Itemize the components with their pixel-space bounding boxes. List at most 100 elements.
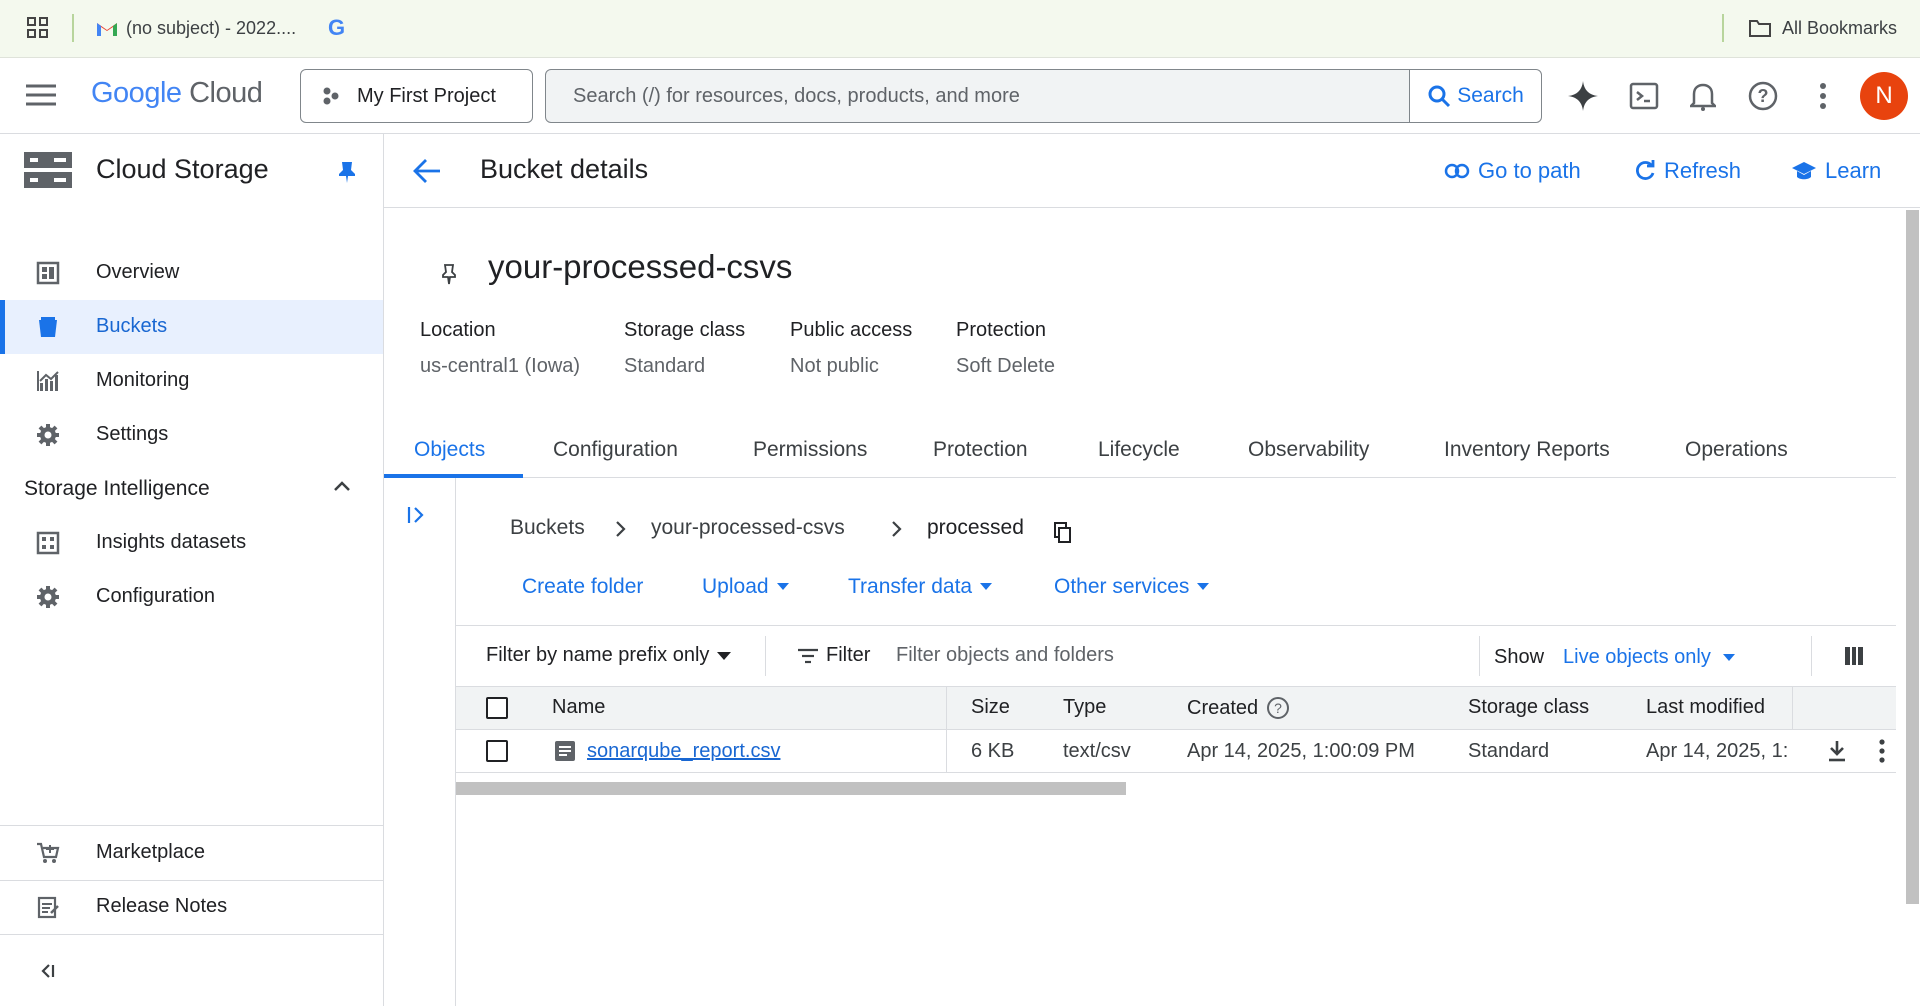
column-divider [946, 730, 947, 773]
sidebar-item-label: Insights datasets [96, 531, 247, 553]
show-objects-dropdown[interactable]: Live objects only [1563, 646, 1735, 669]
tab-inventory-reports[interactable]: Inventory Reports [1444, 438, 1610, 462]
transfer-data-dropdown-button[interactable]: Transfer data [848, 575, 993, 599]
prefix-filter-dropdown[interactable]: Filter by name prefix only [486, 644, 732, 667]
help-icon[interactable]: ? [1744, 77, 1782, 115]
tab-permissions[interactable]: Permissions [753, 438, 867, 462]
sidebar-item-configuration[interactable]: Configuration [0, 570, 383, 624]
tab-configuration[interactable]: Configuration [553, 438, 678, 462]
tab-observability[interactable]: Observability [1248, 438, 1369, 462]
back-arrow-icon[interactable] [413, 158, 441, 184]
main-menu-icon[interactable] [26, 84, 56, 106]
filter-divider [765, 636, 766, 676]
breadcrumb-bucket[interactable]: your-processed-csvs [651, 516, 845, 540]
column-header-last-modified[interactable]: Last modified [1646, 696, 1765, 719]
gear-icon [36, 585, 60, 609]
meta-protection-value: Soft Delete [956, 355, 1055, 377]
cloud-shell-icon[interactable] [1625, 77, 1663, 115]
sidebar-item-buckets[interactable]: Buckets [0, 300, 383, 354]
bucket-name: your-processed-csvs [488, 248, 793, 285]
refresh-button[interactable]: Refresh [1634, 158, 1741, 184]
sidebar-item-monitoring[interactable]: Monitoring [0, 354, 383, 408]
other-services-dropdown-button[interactable]: Other services [1054, 575, 1210, 599]
logo-google-text: Google [91, 77, 182, 109]
gear-icon [36, 423, 60, 447]
sidebar-item-release-notes[interactable]: Release Notes [0, 880, 383, 934]
create-folder-button[interactable]: Create folder [522, 575, 643, 599]
breadcrumb-current-folder: processed [927, 516, 1024, 539]
sidebar-item-settings[interactable]: Settings [0, 408, 383, 462]
notifications-bell-icon[interactable] [1684, 77, 1722, 115]
filter-divider [1479, 636, 1480, 676]
object-name-link[interactable]: sonarqube_report.csv [587, 740, 780, 763]
apps-grid-icon[interactable] [27, 17, 49, 39]
gemini-sparkle-icon[interactable] [1564, 77, 1602, 115]
column-divider[interactable] [946, 687, 947, 730]
active-tab-indicator [384, 474, 523, 478]
filter-button[interactable]: Filter [798, 644, 870, 667]
object-last-modified: Apr 14, 2025, 1: [1646, 740, 1789, 762]
help-icon[interactable]: ? [1266, 696, 1290, 720]
search-bar[interactable]: Search (/) for resources, docs, products… [545, 69, 1542, 123]
notes-icon [36, 895, 60, 919]
caret-down-icon [1197, 583, 1210, 591]
vertical-scrollbar[interactable] [1906, 210, 1919, 904]
account-avatar[interactable]: N [1860, 72, 1908, 120]
meta-storage-class-value: Standard [624, 355, 706, 377]
table-row: sonarqube_report.csv 6 KB text/csv Apr 1… [456, 730, 1896, 773]
sidebar-item-label: Monitoring [96, 369, 190, 391]
column-display-icon[interactable] [1844, 646, 1864, 666]
row-checkbox[interactable] [486, 740, 508, 762]
dataset-icon [36, 531, 60, 555]
tab-operations[interactable]: Operations [1685, 438, 1788, 462]
copy-path-icon[interactable] [1054, 522, 1072, 544]
select-all-checkbox[interactable] [486, 697, 508, 719]
filter-divider [1811, 636, 1812, 676]
download-icon[interactable] [1827, 740, 1847, 762]
sidebar-item-marketplace[interactable]: Marketplace [0, 826, 383, 880]
pin-bucket-icon[interactable] [440, 263, 458, 285]
section-title: Storage Intelligence [24, 477, 210, 500]
search-button[interactable]: Search [1409, 70, 1541, 122]
prefix-filter-label: Filter by name prefix only [486, 644, 710, 666]
storage-intelligence-section-header[interactable]: Storage Intelligence [0, 462, 383, 516]
column-header-name[interactable]: Name [552, 696, 605, 719]
meta-storage-class-label: Storage class [624, 319, 746, 341]
google-bookmark[interactable]: G [328, 0, 345, 56]
column-header-storage-class[interactable]: Storage class [1468, 696, 1589, 719]
tab-lifecycle[interactable]: Lifecycle [1098, 438, 1180, 462]
horizontal-scrollbar[interactable] [456, 782, 1126, 795]
pin-icon[interactable] [336, 160, 358, 184]
google-cloud-logo[interactable]: Google Cloud [91, 77, 263, 110]
sidebar-item-insights-datasets[interactable]: Insights datasets [0, 516, 383, 570]
sidebar-header: Cloud Storage [0, 134, 383, 208]
tab-protection[interactable]: Protection [933, 438, 1028, 462]
gmail-bookmark[interactable]: (no subject) - 2022.... [96, 0, 296, 56]
meta-public-access-label: Public access [790, 319, 913, 341]
sidebar-item-overview[interactable]: Overview [0, 246, 383, 300]
bookmark-separator [1722, 14, 1724, 42]
meta-public-access-value: Not public [790, 355, 879, 377]
all-bookmarks[interactable]: All Bookmarks [1748, 0, 1897, 56]
search-button-label: Search [1457, 84, 1524, 107]
filter-input[interactable]: Filter objects and folders [896, 644, 1114, 667]
sidebar-item-label: Settings [96, 423, 169, 445]
column-header-type[interactable]: Type [1063, 696, 1106, 719]
more-vert-icon[interactable] [1804, 77, 1842, 115]
project-picker-button[interactable]: My First Project [300, 69, 533, 123]
collapse-sidebar-icon[interactable] [38, 962, 56, 980]
sidebar-item-label: Overview [96, 261, 180, 283]
expand-folder-browser-icon[interactable] [406, 505, 426, 525]
upload-dropdown-button[interactable]: Upload [702, 575, 789, 599]
tab-objects[interactable]: Objects [414, 438, 485, 462]
search-input[interactable]: Search (/) for resources, docs, products… [573, 85, 1020, 108]
column-header-size[interactable]: Size [971, 696, 1010, 719]
breadcrumb-buckets[interactable]: Buckets [510, 516, 585, 540]
column-header-created[interactable]: Created ? [1187, 696, 1290, 720]
created-column-label: Created [1187, 696, 1259, 719]
learn-button[interactable]: Learn [1791, 158, 1881, 184]
gmail-icon [96, 20, 118, 37]
row-more-vert-icon[interactable] [1878, 739, 1886, 763]
go-to-path-button[interactable]: Go to path [1444, 158, 1581, 184]
bucket-icon [36, 315, 60, 339]
